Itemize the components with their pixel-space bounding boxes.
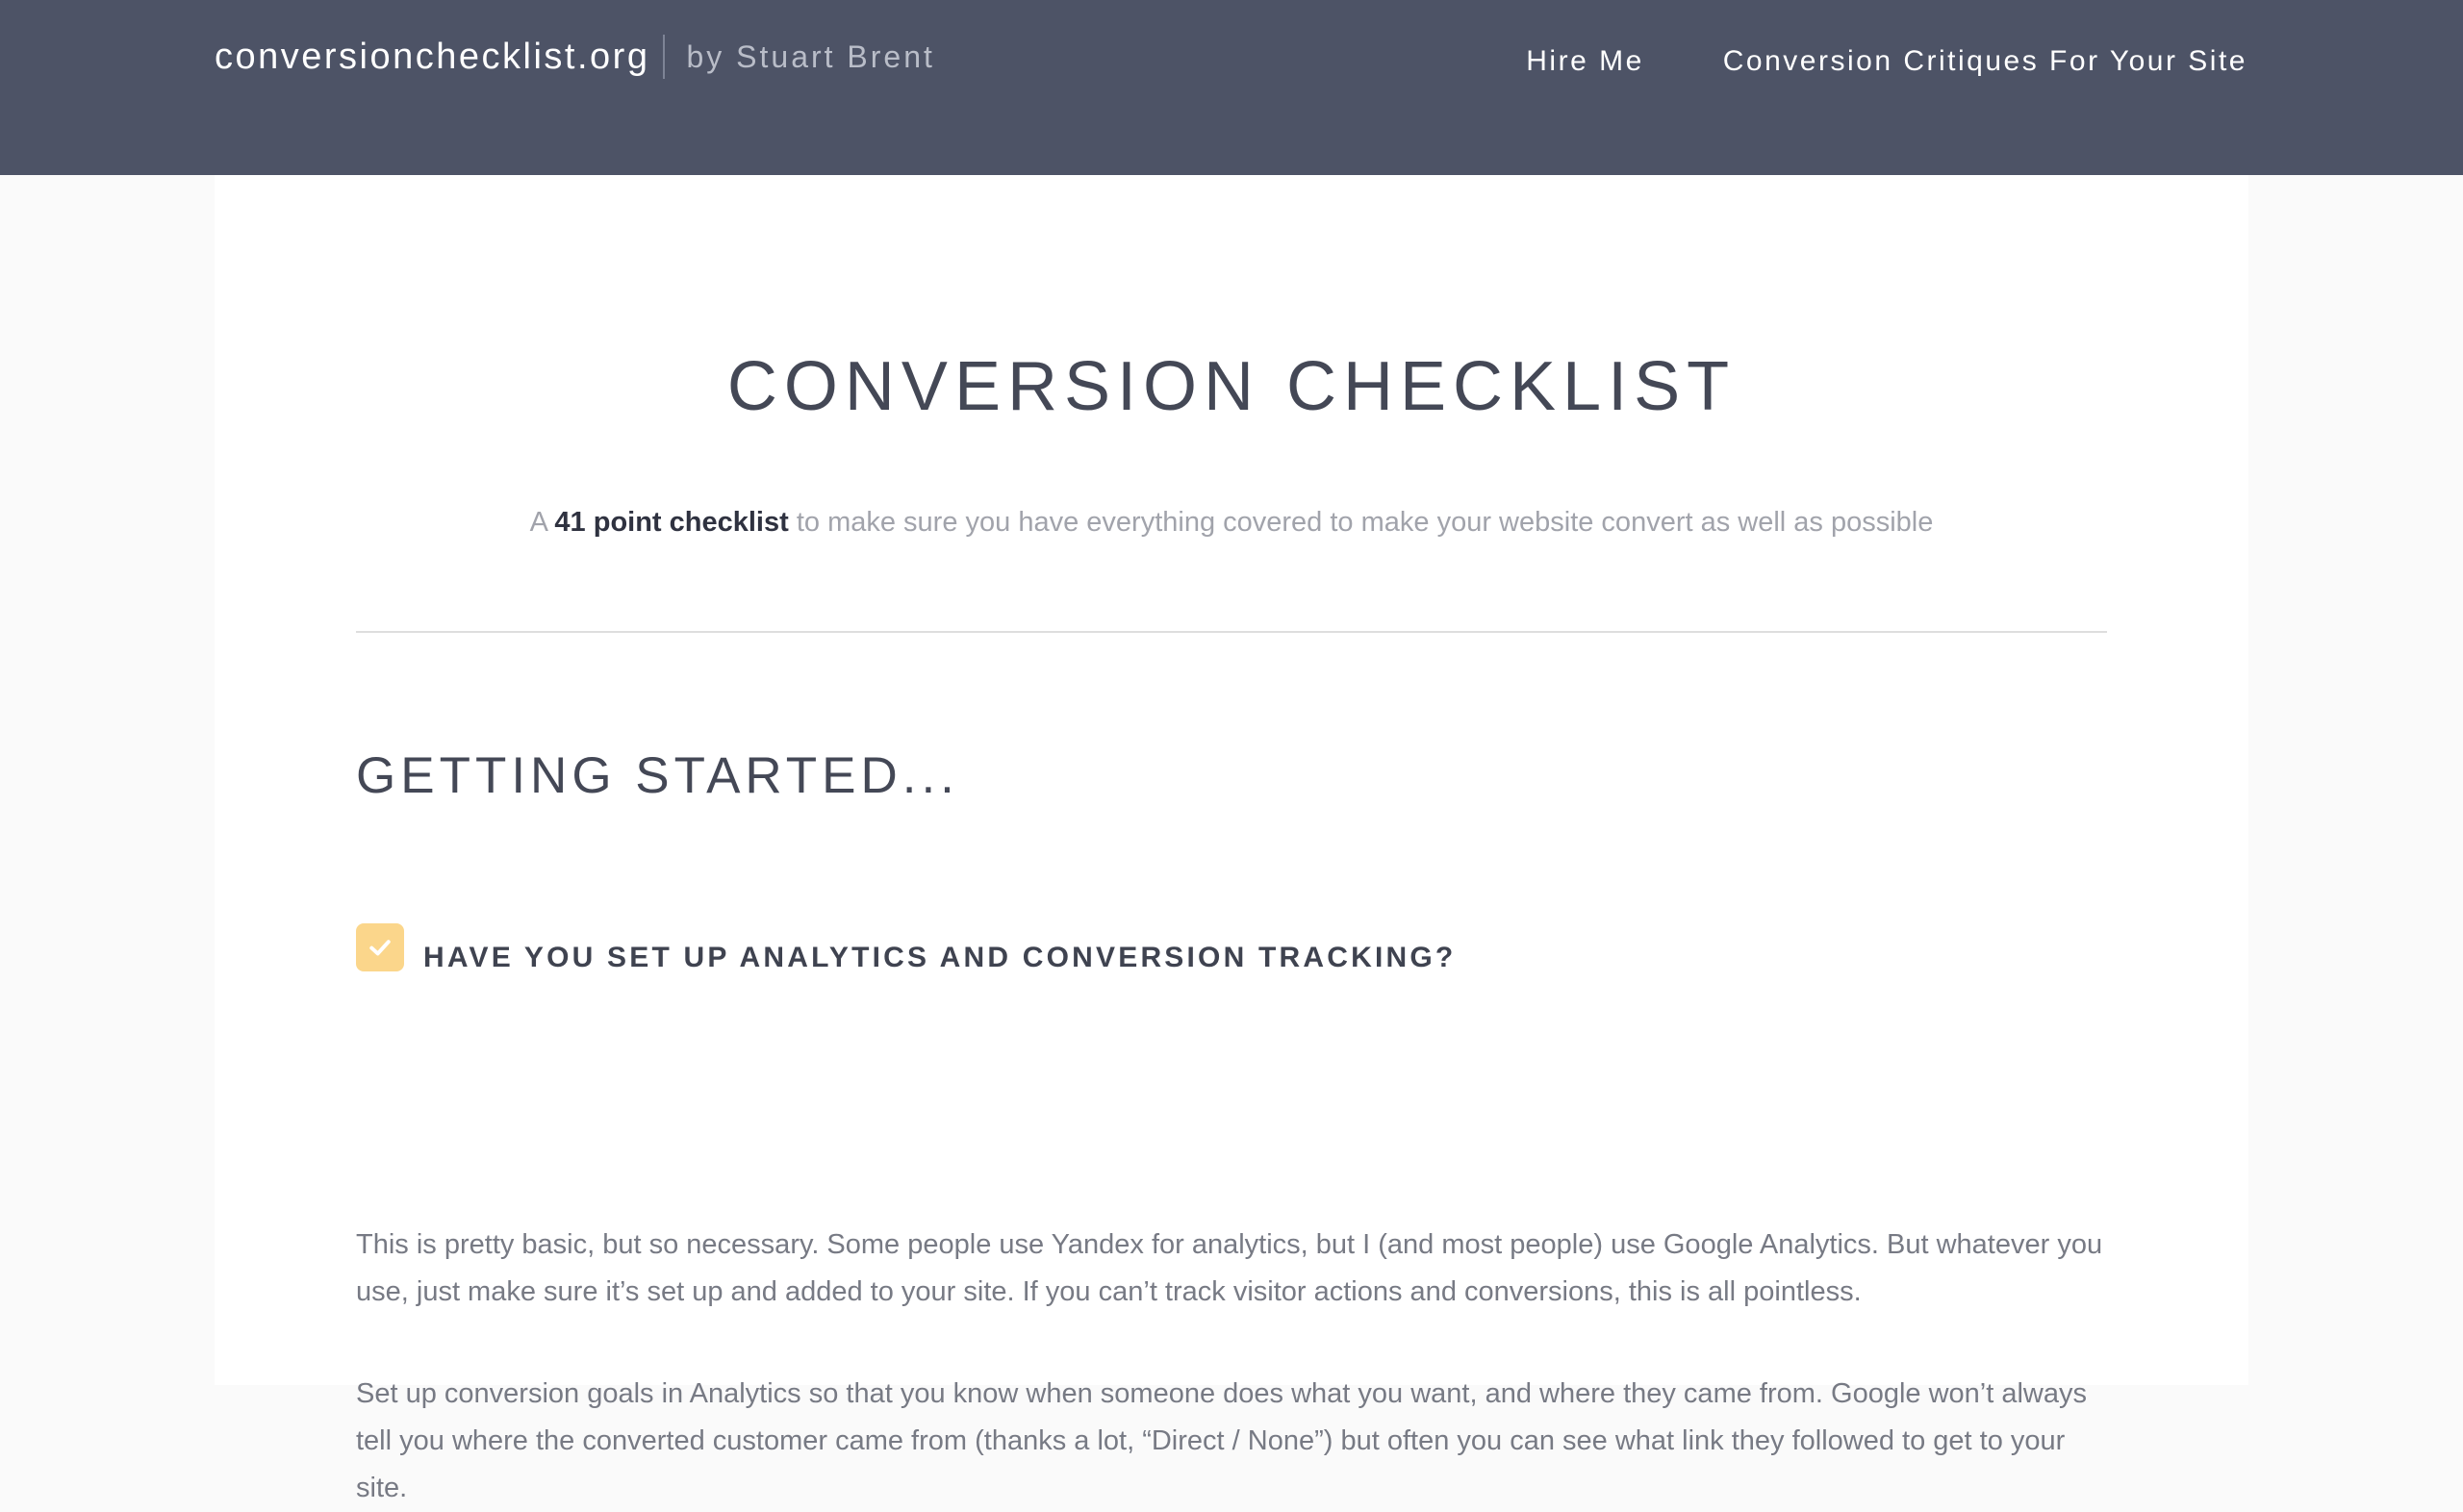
checklist-item-heading: HAVE YOU SET UP ANALYTICS AND CONVERSION… — [423, 942, 1457, 973]
byline: by Stuart Brent — [686, 39, 935, 74]
checkmark-icon — [369, 940, 391, 956]
section-heading: GETTING STARTED... — [356, 747, 959, 804]
brand: conversionchecklist.org by Stuart Brent — [215, 33, 935, 81]
item-paragraph-1: This is pretty basic, but so necessary. … — [356, 1229, 2103, 1307]
subtitle-highlight: 41 point checklist — [554, 507, 789, 538]
checklist-item-header: HAVE YOU SET UP ANALYTICS AND CONVERSION… — [356, 918, 1456, 977]
section-divider — [356, 631, 2107, 633]
main-content: CONVERSION CHECKLIST A 41 point checklis… — [215, 175, 2248, 1503]
checkbox-checked[interactable] — [356, 923, 404, 971]
subtitle-suffix: to make sure you have everything covered… — [788, 507, 1934, 538]
item-paragraph-2: Set up conversion goals in Analytics so … — [356, 1378, 2087, 1503]
main-nav: Hire Me Conversion Critiques For Your Si… — [1526, 42, 2247, 81]
site-header: conversionchecklist.org by Stuart Brent … — [0, 0, 2463, 175]
page-title: CONVERSION CHECKLIST — [726, 348, 1737, 425]
nav-hire-me[interactable]: Hire Me — [1526, 42, 1644, 81]
site-logo-link[interactable]: conversionchecklist.org — [215, 33, 649, 81]
page-subtitle: A 41 point checklist to make sure you ha… — [215, 502, 2248, 542]
subtitle-prefix: A — [529, 507, 555, 538]
nav-conversion-critiques[interactable]: Conversion Critiques For Your Site — [1723, 42, 2247, 81]
brand-divider — [663, 35, 666, 79]
